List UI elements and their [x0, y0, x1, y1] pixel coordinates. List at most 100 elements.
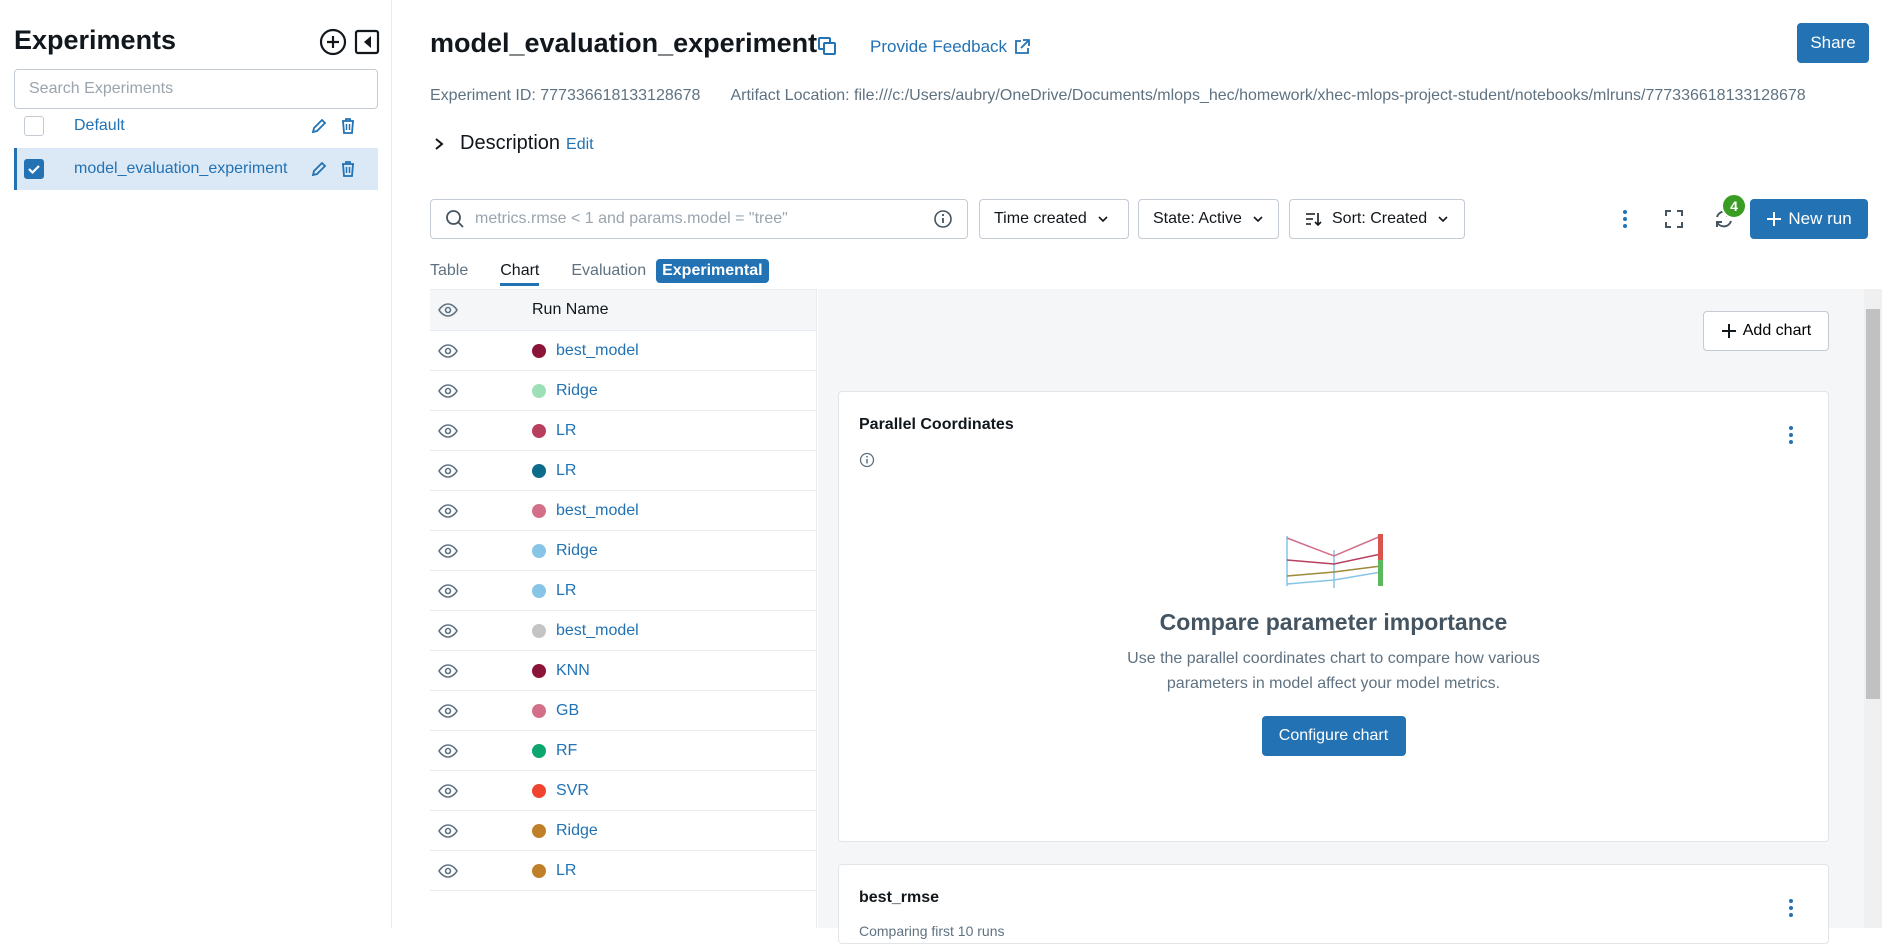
visibility-eye-icon[interactable]	[438, 823, 458, 838]
empty-state: Compare parameter importance Use the par…	[839, 532, 1828, 756]
tab-table[interactable]: Table	[430, 262, 468, 280]
run-name-link[interactable]: Ridge	[556, 542, 598, 560]
run-name-link[interactable]: SVR	[556, 782, 589, 800]
visibility-eye-icon[interactable]	[438, 663, 458, 678]
run-row[interactable]: RF	[430, 731, 816, 771]
run-name-link[interactable]: Ridge	[556, 822, 598, 840]
run-color-dot[interactable]	[532, 623, 546, 638]
visibility-eye-icon[interactable]	[438, 623, 458, 638]
run-name-link[interactable]: LR	[556, 422, 576, 440]
run-filter-input[interactable]	[475, 210, 933, 228]
experiment-checkbox[interactable]	[24, 116, 44, 136]
run-name-link[interactable]: RF	[556, 742, 577, 760]
visibility-eye-icon[interactable]	[438, 383, 458, 398]
copy-icon[interactable]	[817, 36, 837, 61]
run-row[interactable]: LR	[430, 851, 816, 891]
run-color-dot[interactable]	[532, 463, 546, 478]
run-color-dot[interactable]	[532, 503, 546, 518]
run-color-dot[interactable]	[532, 543, 546, 558]
charts-scrollbar[interactable]	[1864, 289, 1882, 928]
scrollbar-thumb[interactable]	[1866, 309, 1880, 699]
run-row[interactable]: best_model	[430, 331, 816, 371]
state-dropdown[interactable]: State: Active	[1138, 199, 1279, 239]
share-button[interactable]: Share	[1797, 23, 1869, 63]
run-name-link[interactable]: best_model	[556, 342, 639, 360]
run-row[interactable]: KNN	[430, 651, 816, 691]
run-color-dot[interactable]	[532, 383, 546, 398]
run-name-link[interactable]: Ridge	[556, 382, 598, 400]
visibility-eye-icon[interactable]	[438, 703, 458, 718]
run-name-link[interactable]: LR	[556, 582, 576, 600]
delete-icon[interactable]	[340, 117, 356, 135]
run-row[interactable]: LR	[430, 411, 816, 451]
run-row[interactable]: Ridge	[430, 531, 816, 571]
configure-chart-button[interactable]: Configure chart	[1261, 716, 1406, 756]
tab-chart[interactable]: Chart	[500, 262, 540, 286]
tab-experimental[interactable]: Experimental	[656, 259, 769, 283]
card-subtitle: Comparing first 10 runs	[859, 923, 1005, 939]
edit-icon[interactable]	[310, 117, 328, 135]
visibility-eye-icon[interactable]	[438, 463, 458, 478]
run-color-dot[interactable]	[532, 863, 546, 878]
run-row[interactable]: best_model	[430, 611, 816, 651]
run-color-dot[interactable]	[532, 823, 546, 838]
run-row[interactable]: SVR	[430, 771, 816, 811]
time-created-dropdown[interactable]: Time created	[979, 199, 1129, 239]
visibility-eye-icon[interactable]	[438, 583, 458, 598]
run-color-dot[interactable]	[532, 343, 546, 358]
feedback-label: Provide Feedback	[870, 37, 1008, 56]
visibility-eye-icon[interactable]	[438, 783, 458, 798]
provide-feedback-link[interactable]: Provide Feedback	[870, 37, 1031, 57]
experiment-checkbox[interactable]	[24, 159, 44, 179]
add-chart-button[interactable]: Add chart	[1703, 311, 1829, 351]
run-color-dot[interactable]	[532, 583, 546, 598]
run-name-link[interactable]: best_model	[556, 502, 639, 520]
experiment-name[interactable]: Default	[74, 117, 125, 135]
card-menu-icon[interactable]	[1788, 898, 1794, 923]
experiment-name[interactable]: model_evaluation_experiment	[74, 160, 287, 178]
run-row[interactable]: Ridge	[430, 811, 816, 851]
sort-dropdown[interactable]: Sort: Created	[1289, 199, 1465, 239]
experiment-item-default[interactable]: Default	[14, 106, 378, 146]
run-row[interactable]: LR	[430, 571, 816, 611]
visibility-eye-icon[interactable]	[438, 503, 458, 518]
card-menu-icon[interactable]	[1788, 425, 1794, 450]
edit-icon[interactable]	[310, 160, 328, 178]
experiment-item-model-evaluation[interactable]: model_evaluation_experiment	[14, 148, 378, 190]
fullscreen-icon[interactable]	[1659, 204, 1689, 234]
tab-evaluation[interactable]: Evaluation	[571, 262, 646, 280]
run-color-dot[interactable]	[532, 663, 546, 678]
visibility-eye-icon[interactable]	[438, 423, 458, 438]
new-run-button[interactable]: New run	[1750, 199, 1868, 239]
run-row[interactable]: GB	[430, 691, 816, 731]
visibility-eye-icon[interactable]	[438, 543, 458, 558]
run-name-link[interactable]: LR	[556, 462, 576, 480]
run-name-link[interactable]: LR	[556, 862, 576, 880]
run-row[interactable]: Ridge	[430, 371, 816, 411]
experiment-actions	[310, 160, 356, 178]
run-name-link[interactable]: KNN	[556, 662, 590, 680]
run-color-dot[interactable]	[532, 743, 546, 758]
toggle-all-visibility-icon[interactable]	[438, 303, 458, 317]
run-color-dot[interactable]	[532, 423, 546, 438]
run-row[interactable]: best_model	[430, 491, 816, 531]
visibility-eye-icon[interactable]	[438, 863, 458, 878]
run-name-link[interactable]: best_model	[556, 622, 639, 640]
chevron-right-icon[interactable]	[432, 137, 446, 151]
run-color-dot[interactable]	[532, 703, 546, 718]
visibility-eye-icon[interactable]	[438, 743, 458, 758]
info-icon[interactable]	[859, 452, 875, 473]
run-row[interactable]: LR	[430, 451, 816, 491]
run-color-dot[interactable]	[532, 783, 546, 798]
kebab-menu-icon[interactable]	[1610, 204, 1640, 234]
visibility-eye-icon[interactable]	[438, 343, 458, 358]
chevron-down-icon	[1438, 216, 1448, 223]
info-icon[interactable]	[933, 209, 953, 229]
run-name-header[interactable]: Run Name	[532, 301, 608, 319]
delete-icon[interactable]	[340, 160, 356, 178]
run-name-link[interactable]: GB	[556, 702, 579, 720]
search-experiments-input[interactable]	[14, 69, 378, 109]
add-experiment-icon[interactable]	[318, 27, 348, 57]
collapse-sidebar-icon[interactable]	[352, 27, 382, 57]
edit-description-link[interactable]: Edit	[566, 136, 594, 154]
